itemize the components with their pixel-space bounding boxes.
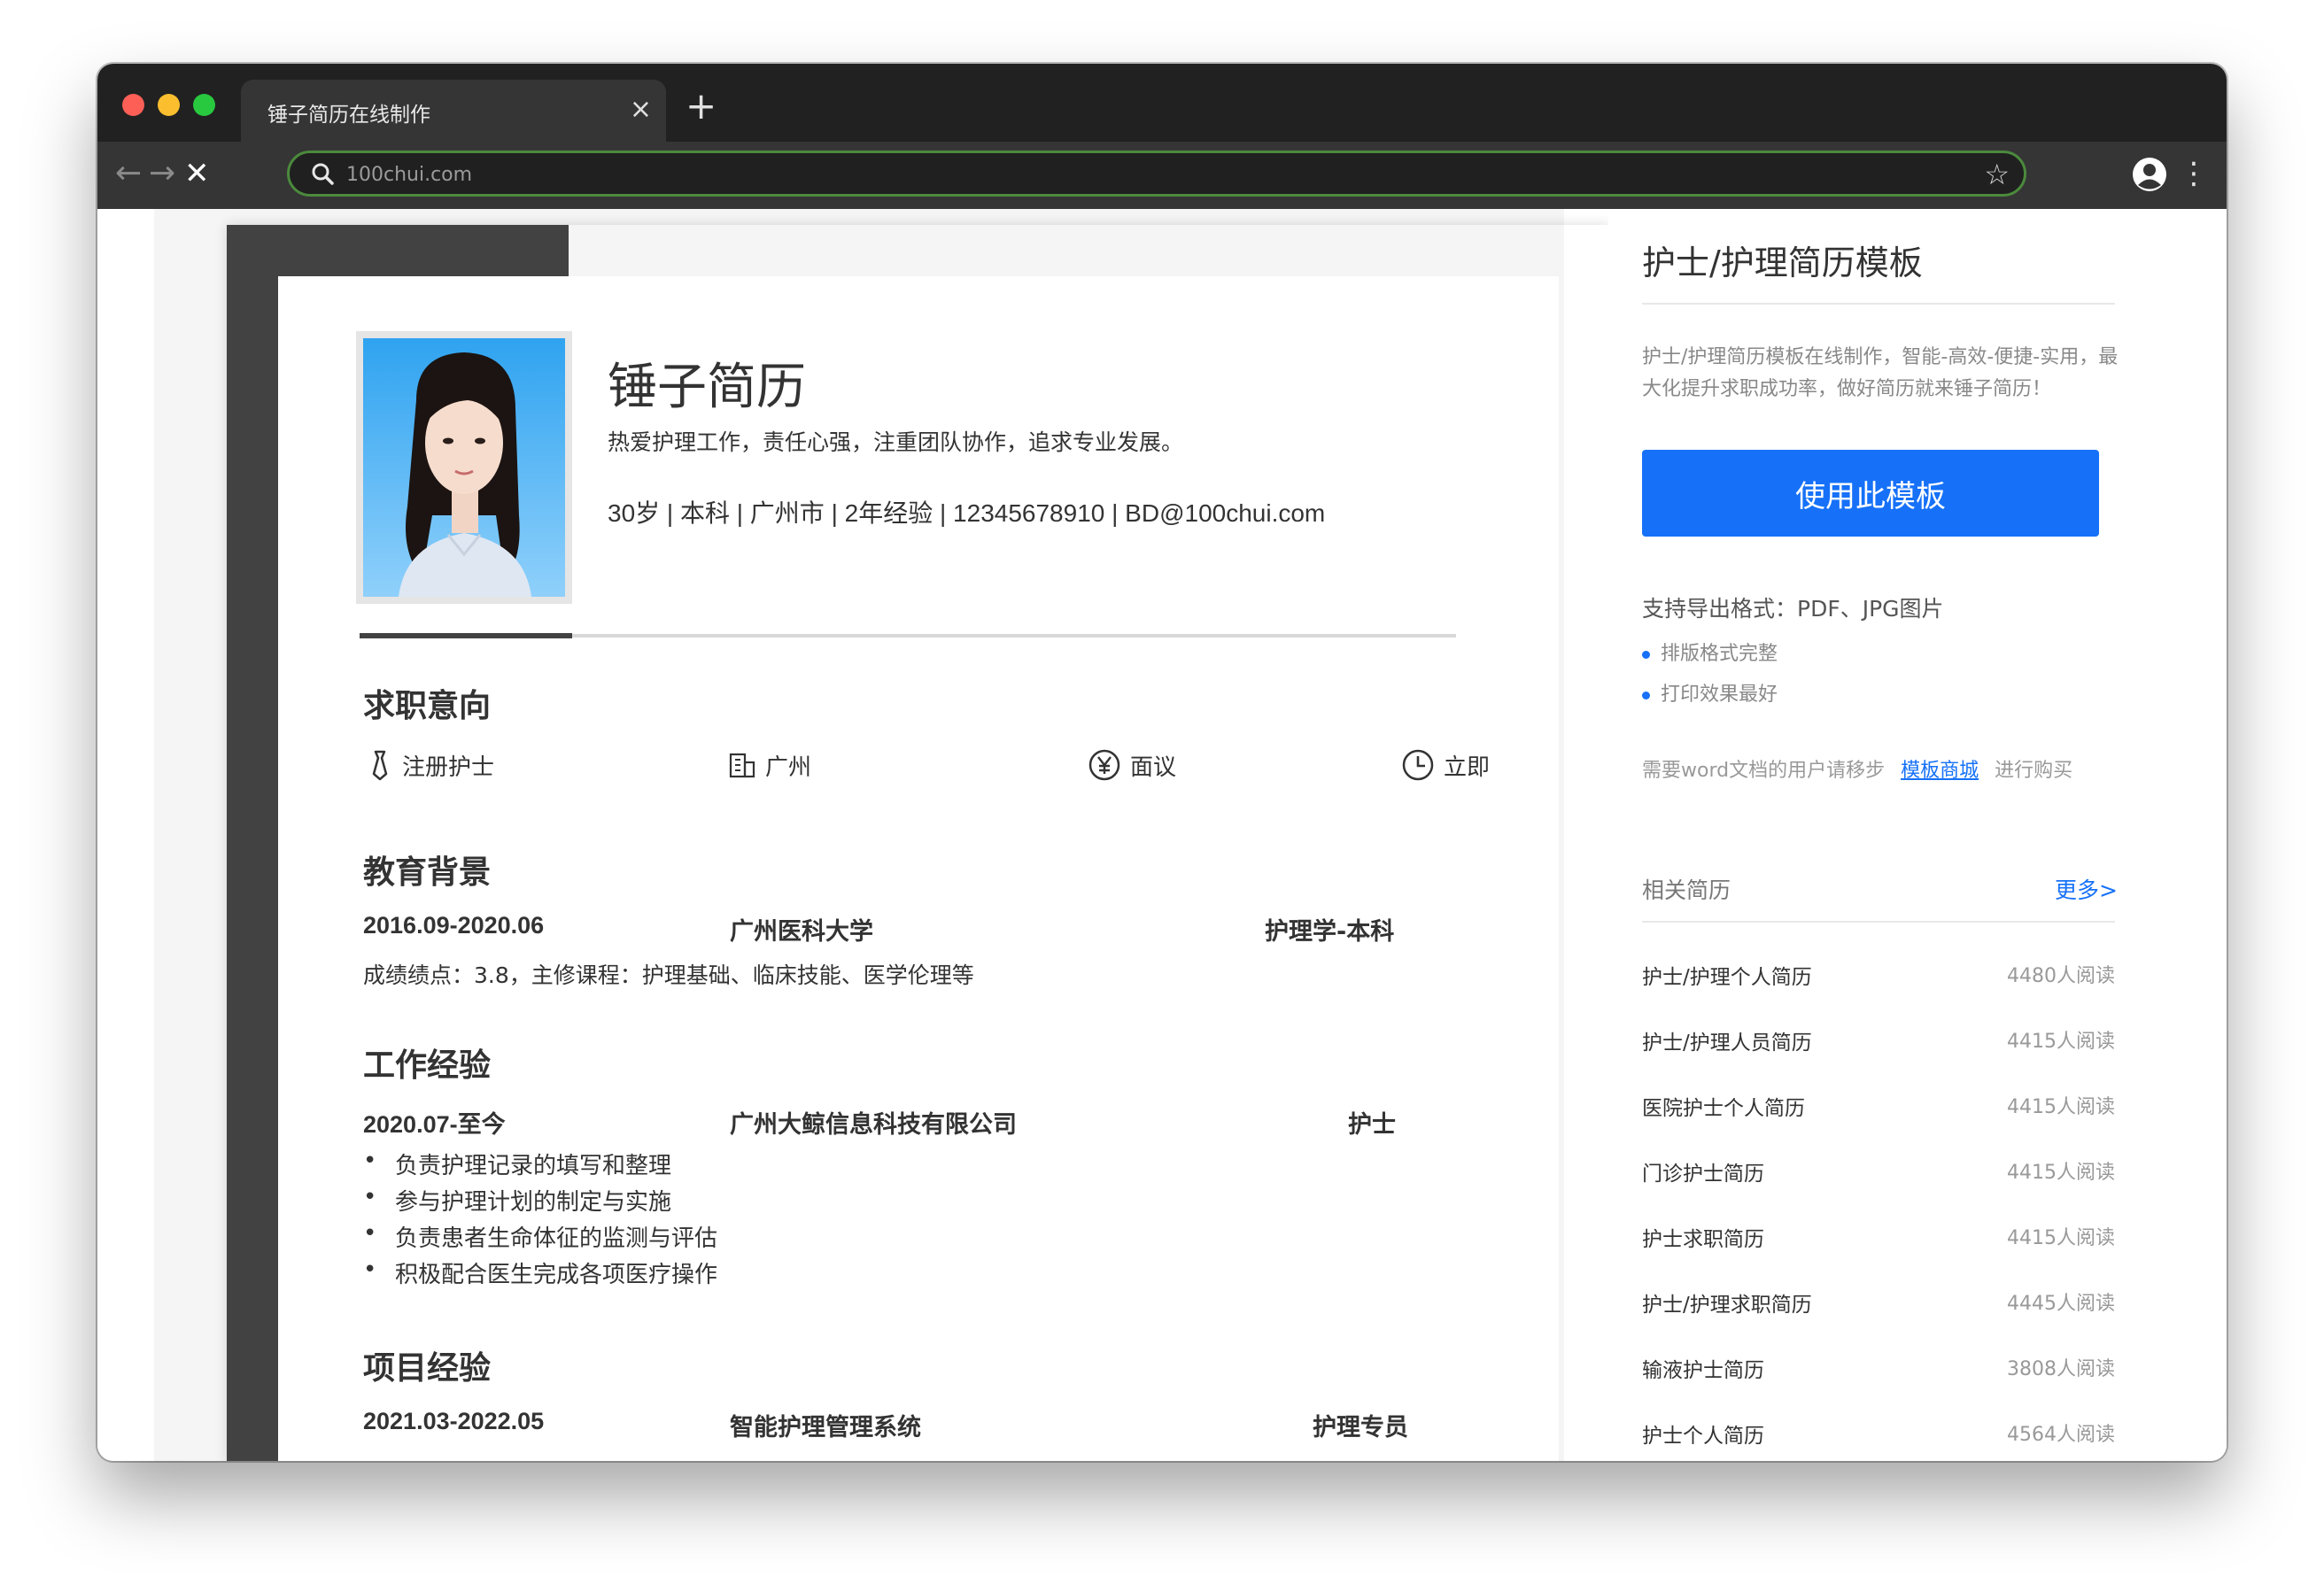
- tab-close-icon[interactable]: ×: [630, 92, 652, 128]
- related-item-views: 4415人阅读: [2007, 1162, 2115, 1184]
- template-mall-link[interactable]: 模板商城: [1901, 760, 1979, 782]
- related-resumes-title: 相关简历: [1642, 877, 1731, 903]
- profile-photo: [363, 338, 565, 597]
- feature-item: 打印效果最好: [1642, 678, 1778, 707]
- yen-icon: [1088, 749, 1120, 781]
- related-item-views: 4480人阅读: [2007, 965, 2115, 987]
- related-item-name[interactable]: 门诊护士简历: [1642, 1156, 1764, 1186]
- title-bar: 锤子简历在线制作 × +: [97, 64, 2227, 142]
- intent-arrival: 立即: [1401, 747, 1490, 783]
- related-item[interactable]: 护士/护理求职简历 4445人阅读: [1642, 1287, 2115, 1323]
- related-item-views: 4564人阅读: [2007, 1424, 2115, 1446]
- feature-item: 排版格式完整: [1642, 638, 1778, 666]
- tab-title: 锤子简历在线制作: [267, 104, 430, 127]
- profile-photo-frame: [356, 331, 572, 604]
- new-tab-button[interactable]: +: [686, 87, 717, 126]
- resume-preview-area: 锤子简历 热爱护理工作，责任心强，注重团队协作，追求专业发展。 30岁 | 本科…: [154, 209, 1564, 1461]
- minimize-window-button[interactable]: [158, 94, 180, 116]
- resume-name: 锤子简历: [608, 359, 806, 416]
- bookmark-star-icon[interactable]: ☆: [1984, 158, 2010, 190]
- template-description: 护士/护理简历模板在线制作，智能-高效-便捷-实用，最大化提升求职成功率，做好简…: [1642, 346, 2119, 400]
- intent-city-label: 广州: [765, 753, 812, 781]
- related-item[interactable]: 护士/护理人员简历 4415人阅读: [1642, 1025, 2115, 1061]
- related-item-name[interactable]: 护士求职简历: [1642, 1222, 1764, 1252]
- search-icon: [312, 163, 334, 185]
- related-item-views: 4415人阅读: [2007, 1096, 2115, 1118]
- back-arrow-icon[interactable]: ←: [115, 156, 142, 191]
- more-link[interactable]: 更多>: [2055, 873, 2118, 905]
- stop-loading-icon[interactable]: ✕: [184, 156, 210, 191]
- related-item-views: 4445人阅读: [2007, 1293, 2115, 1315]
- intent-position-label: 注册护士: [402, 753, 495, 781]
- maximize-window-button[interactable]: [193, 94, 215, 116]
- clock-icon: [1402, 749, 1434, 781]
- resume-paper: 锤子简历 热爱护理工作，责任心强，注重团队协作，追求专业发展。 30岁 | 本科…: [278, 276, 1559, 1461]
- related-item[interactable]: 护士/护理个人简历 4480人阅读: [1642, 960, 2115, 995]
- related-divider: [1642, 921, 2115, 923]
- project-date: 2021.03-2022.05: [363, 1408, 545, 1434]
- related-item-name[interactable]: 护士/护理求职简历: [1642, 1287, 1812, 1318]
- menu-dots-icon[interactable]: ⋮: [2179, 154, 2209, 193]
- related-item-name[interactable]: 护士/护理人员简历: [1642, 1025, 1812, 1055]
- work-company: 广州大鲸信息科技有限公司: [730, 1111, 1017, 1139]
- url-text: 100chui.com: [346, 164, 473, 186]
- work-role: 护士: [1348, 1111, 1396, 1139]
- tie-icon: [372, 750, 388, 781]
- related-item[interactable]: 门诊护士简历 4415人阅读: [1642, 1156, 2115, 1192]
- related-item-views: 4415人阅读: [2007, 1031, 2115, 1053]
- template-sidebar: 护士/护理简历模板 护士/护理简历模板在线制作，智能-高效-便捷-实用，最大化提…: [1608, 209, 2205, 1461]
- education-date: 2016.09-2020.06: [363, 912, 545, 939]
- intent-city: 广州: [728, 747, 811, 783]
- section-title-project: 项目经验: [363, 1350, 492, 1387]
- resume-motto: 热爱护理工作，责任心强，注重团队协作，追求专业发展。: [608, 429, 1184, 455]
- related-item[interactable]: 输液护士简历 3808人阅读: [1642, 1353, 2115, 1388]
- work-date: 2020.07-至今: [363, 1111, 506, 1138]
- bullet-dot-icon: [1642, 650, 1650, 659]
- use-template-button[interactable]: 使用此模板: [1642, 450, 2099, 537]
- education-major: 护理学-本科: [1265, 918, 1395, 946]
- section-title-work: 工作经验: [363, 1047, 492, 1084]
- education-detail: 成绩绩点：3.8，主修课程：护理基础、临床技能、医学伦理等: [363, 962, 974, 988]
- intent-position: 注册护士: [367, 747, 494, 783]
- related-item-views: 3808人阅读: [2007, 1358, 2115, 1380]
- related-item-views: 4415人阅读: [2007, 1227, 2115, 1249]
- related-item-name[interactable]: 护士/护理个人简历: [1642, 960, 1812, 990]
- forward-arrow-icon[interactable]: →: [149, 156, 175, 191]
- word-download-note: 需要word文档的用户请移步 模板商城 进行购买: [1642, 760, 2073, 782]
- profile-avatar-icon[interactable]: [2131, 156, 2168, 193]
- related-item[interactable]: 医院护士个人简历 4415人阅读: [1642, 1091, 2115, 1126]
- header-divider-accent: [360, 633, 572, 638]
- browser-toolbar: ← → ✕ 100chui.com ☆ ⋮: [97, 142, 2227, 209]
- related-item-name[interactable]: 输液护士简历: [1642, 1353, 1764, 1383]
- resume-basic-info: 30岁 | 本科 | 广州市 | 2年经验 | 12345678910 | BD…: [608, 499, 1326, 527]
- related-item-name[interactable]: 护士个人简历: [1642, 1418, 1764, 1449]
- address-bar[interactable]: 100chui.com ☆: [287, 151, 2026, 197]
- template-title: 护士/护理简历模板: [1642, 243, 1923, 282]
- education-school: 广州医科大学: [730, 918, 873, 946]
- section-title-intent: 求职意向: [363, 688, 492, 724]
- browser-tab[interactable]: 锤子简历在线制作 ×: [241, 80, 666, 142]
- page-content: 锤子简历 热爱护理工作，责任心强，注重团队协作，追求专业发展。 30岁 | 本科…: [97, 209, 2227, 1461]
- related-item[interactable]: 护士求职简历 4415人阅读: [1642, 1222, 2115, 1257]
- export-formats: 支持导出格式：PDF、JPG图片: [1642, 596, 1944, 622]
- bullet-dot-icon: [1642, 691, 1650, 699]
- related-item-name[interactable]: 医院护士个人简历: [1642, 1091, 1805, 1121]
- building-icon: [729, 753, 755, 778]
- related-item[interactable]: 护士个人简历 4564人阅读: [1642, 1418, 2115, 1454]
- close-window-button[interactable]: [122, 94, 144, 116]
- browser-window: 锤子简历在线制作 × + ← → ✕ 100chui.com ☆ ⋮ 锤子简历 …: [97, 64, 2227, 1461]
- project-name: 智能护理管理系统: [730, 1414, 921, 1441]
- project-role: 护理专员: [1313, 1414, 1408, 1441]
- sidebar-divider: [1642, 303, 2115, 305]
- intent-arrival-label: 立即: [1444, 753, 1491, 781]
- intent-salary-label: 面议: [1130, 753, 1177, 781]
- intent-salary: 面议: [1088, 747, 1176, 783]
- section-title-education: 教育背景: [363, 854, 492, 891]
